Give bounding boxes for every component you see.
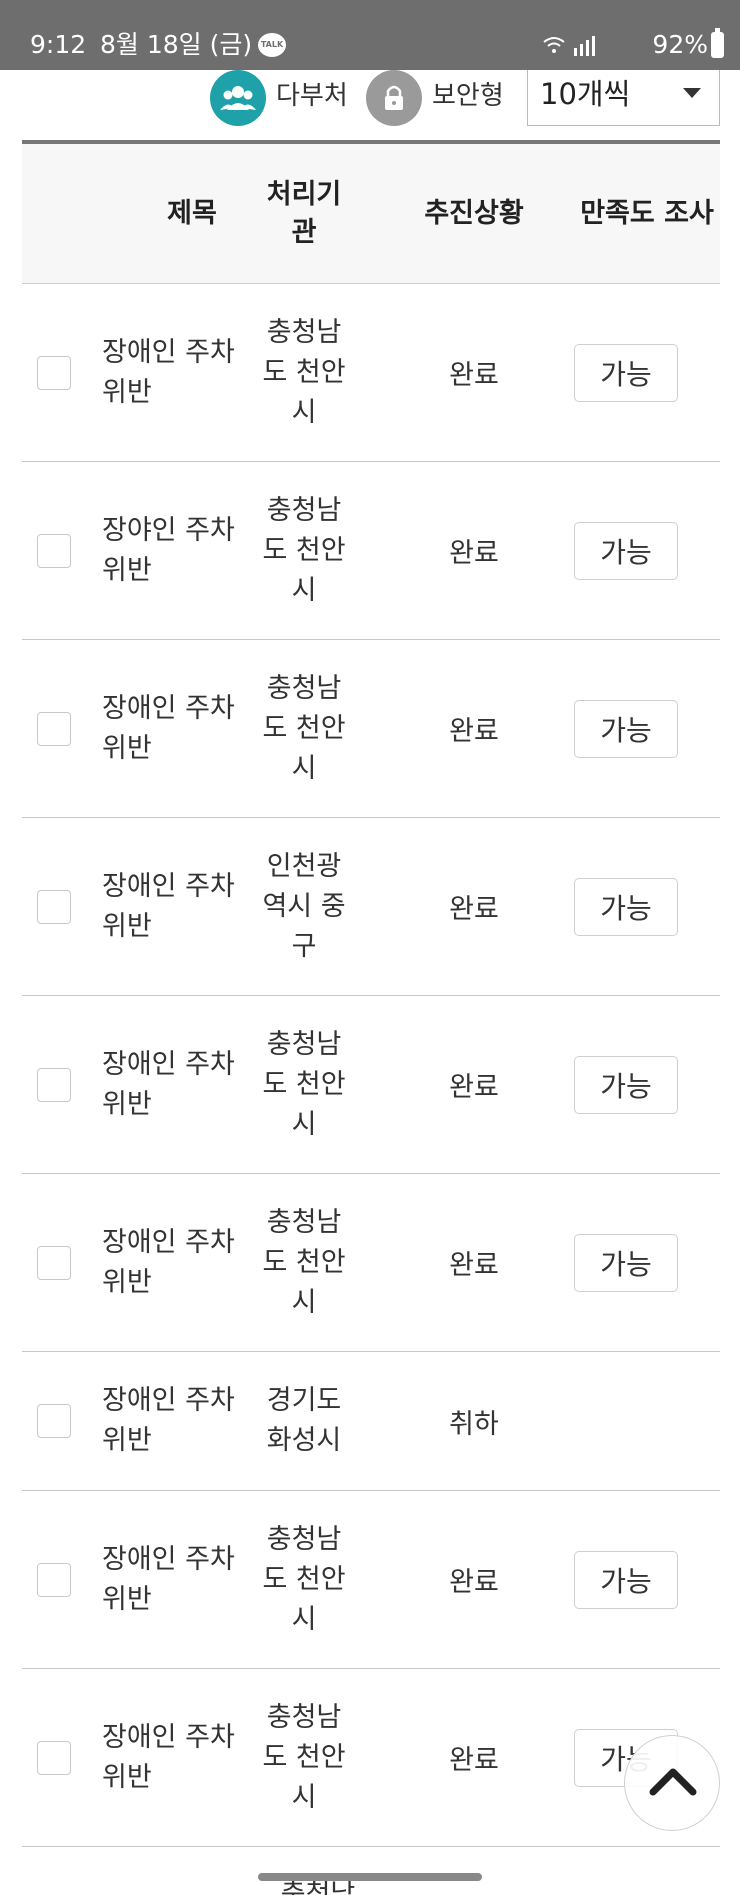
survey-button[interactable]: 가능 — [574, 877, 678, 936]
row-checkbox[interactable] — [37, 1562, 71, 1597]
row-status: 완료 — [449, 1250, 499, 1281]
row-checkbox[interactable] — [37, 1404, 71, 1438]
row-checkbox[interactable] — [37, 1740, 71, 1775]
row-title[interactable]: 장애인 주차위반 — [102, 1174, 252, 1351]
row-title[interactable]: 장애인 주차위반 — [102, 284, 252, 461]
header-survey: 만족도 조사 — [580, 198, 714, 229]
row-checkbox[interactable] — [37, 1067, 71, 1102]
row-org: 충청남도 천안시 — [262, 316, 346, 428]
table-row[interactable]: 장애인 주차위반 충청남도 천안시 완료 가능 — [22, 1669, 720, 1847]
secure-type-label[interactable]: 보안형 — [432, 79, 504, 113]
row-status: 완료 — [449, 538, 499, 569]
table-header: 제목 처리기관 추진상황 만족도 조사 — [22, 140, 720, 284]
row-status: 완료 — [449, 1567, 499, 1598]
row-title[interactable]: 장애인 주차위반 — [102, 818, 252, 995]
row-org: 충청남도 천안시 — [262, 494, 346, 606]
row-status: 완료 — [449, 894, 499, 925]
survey-button[interactable]: 가능 — [574, 521, 678, 580]
survey-button[interactable]: 가능 — [574, 1055, 678, 1114]
status-bar: 9:12 8월 18일 (금) TALK 92% — [0, 0, 740, 70]
per-page-select[interactable]: 10개씩 — [527, 70, 720, 126]
battery-icon — [711, 28, 724, 58]
table-row[interactable]: 장애인 주차위반 충청남도 천안시 완료 가능 — [22, 284, 720, 462]
table-row[interactable]: 장애인 주차위반 경기도 화성시 취하 — [22, 1352, 720, 1491]
multi-department-icon[interactable] — [210, 70, 266, 126]
wifi-signal-icons — [540, 30, 600, 60]
row-org: 인천광역시 중구 — [262, 850, 346, 962]
chevron-up-icon — [649, 1768, 697, 1796]
scroll-to-top-button[interactable] — [624, 1735, 720, 1831]
table-row[interactable]: 장애인 주차위반 충청남도 천안시 완료 가능 — [22, 1491, 720, 1669]
survey-button[interactable]: 가능 — [574, 1550, 678, 1609]
row-title[interactable]: 장애인 주차위반 — [102, 996, 252, 1173]
row-title[interactable]: 장애인 주차위반 — [102, 1669, 252, 1846]
header-org: 처리기관 — [266, 179, 342, 248]
row-title[interactable]: 장야인 주차위반 — [102, 462, 252, 639]
row-status: 완료 — [449, 1072, 499, 1103]
table-row[interactable]: 장애인 주차위반 충청남도 천안시 완료 가능 — [22, 640, 720, 818]
status-date: 8월 18일 (금) — [100, 30, 253, 59]
row-org: 충청남도 천안시 — [262, 1701, 346, 1813]
home-indicator[interactable] — [258, 1873, 482, 1881]
table-row[interactable]: 장야인 주차위반 충청남도 천안시 완료 가능 — [22, 462, 720, 640]
kakaotalk-notification-icon: TALK — [258, 33, 286, 57]
status-time: 9:12 — [30, 30, 87, 59]
row-checkbox[interactable] — [37, 889, 71, 924]
row-checkbox[interactable] — [37, 355, 71, 390]
survey-button[interactable]: 가능 — [574, 699, 678, 758]
row-status: 완료 — [449, 716, 499, 747]
survey-button[interactable]: 가능 — [574, 343, 678, 402]
row-checkbox[interactable] — [37, 1245, 71, 1280]
header-status: 추진상황 — [424, 198, 524, 229]
row-title[interactable]: 장애인 주차위반 — [102, 1491, 252, 1668]
battery-level: 92% — [652, 30, 708, 59]
row-status: 취하 — [449, 1408, 499, 1440]
table-row[interactable]: 장애인 주차위반 인천광역시 중구 완료 가능 — [22, 818, 720, 996]
header-title: 제목 — [167, 198, 217, 229]
table-row[interactable]: 장애인 주차위반 충청남도 천안시 완료 가능 — [22, 996, 720, 1174]
table-row[interactable]: 장애인 주차위반 충청남도 천안시 완료 가능 — [22, 1174, 720, 1352]
row-status: 완료 — [449, 360, 499, 391]
survey-button[interactable]: 가능 — [574, 1233, 678, 1292]
petition-table: 제목 처리기관 추진상황 만족도 조사 장애인 주차위반 충청남도 천안시 완료… — [22, 140, 720, 1847]
lock-icon[interactable] — [366, 70, 422, 126]
row-org: 경기도 화성시 — [266, 1385, 342, 1456]
per-page-value: 10개씩 — [540, 77, 631, 111]
multi-department-label[interactable]: 다부처 — [276, 79, 348, 113]
row-checkbox[interactable] — [37, 711, 71, 746]
filter-row: 다부처 보안형 10개씩 — [0, 70, 740, 142]
row-org: 충청남도 천안시 — [262, 1206, 346, 1318]
row-org: 충청남도 천안시 — [262, 672, 346, 784]
row-org: 충청남도 천안시 — [262, 1523, 346, 1635]
row-checkbox[interactable] — [37, 533, 71, 568]
row-title[interactable]: 장애인 주차위반 — [102, 640, 252, 817]
row-status: 완료 — [449, 1745, 499, 1776]
row-title[interactable]: 장애인 주차위반 — [102, 1352, 252, 1490]
chevron-down-icon — [683, 88, 701, 98]
row-org: 충청남도 천안시 — [262, 1028, 346, 1140]
